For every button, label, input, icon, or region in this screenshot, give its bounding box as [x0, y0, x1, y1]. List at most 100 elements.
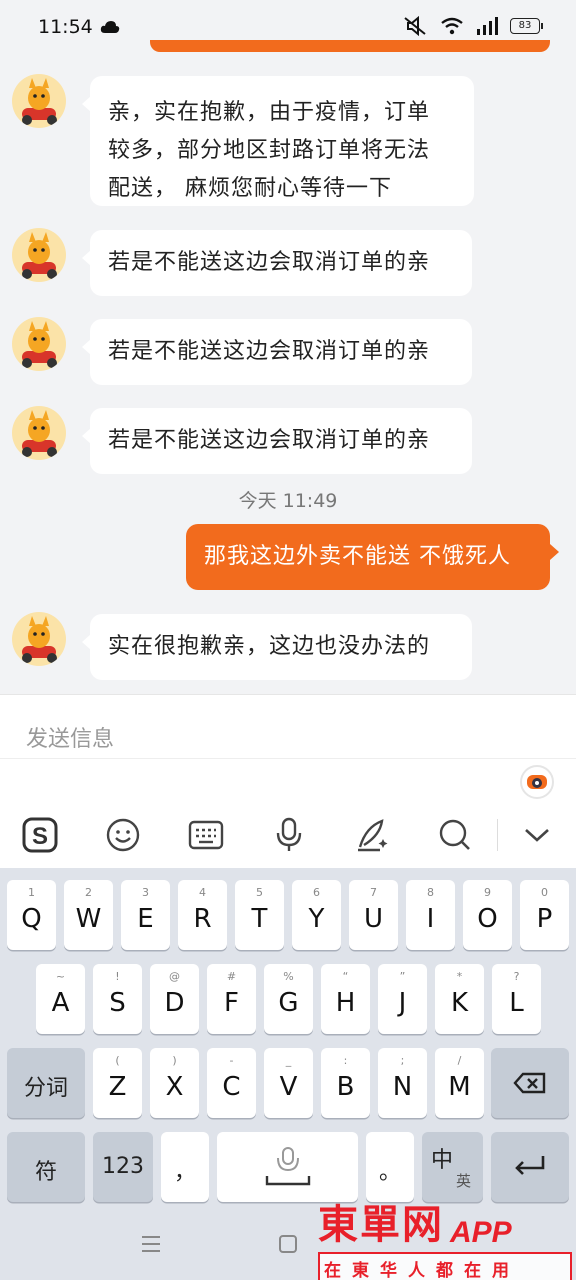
key-sub: ” [399, 970, 406, 983]
home-icon[interactable] [278, 1234, 298, 1254]
key-k[interactable]: * K [435, 964, 484, 1034]
key-label: I [426, 904, 435, 934]
key-f[interactable]: # F [207, 964, 256, 1034]
keyboard-icon[interactable] [186, 815, 226, 855]
message-bubble[interactable]: 若是不能送这边会取消订单的亲 [82, 319, 472, 385]
key-a[interactable]: ~ A [36, 964, 85, 1034]
key-h[interactable]: “H [321, 964, 370, 1034]
shop-avatar[interactable] [12, 612, 66, 666]
comma-key[interactable]: ， [161, 1132, 209, 1202]
key-label: K [450, 988, 469, 1018]
key-m[interactable]: / M [435, 1048, 484, 1118]
key-label: X [165, 1072, 184, 1102]
key-label: U [363, 904, 384, 934]
key-o[interactable]: 9O [463, 880, 512, 950]
collapse-icon[interactable] [517, 815, 557, 855]
key-r[interactable]: 4R [178, 880, 227, 950]
message-text: 若是不能送这边会取消订单的亲 [108, 428, 431, 453]
key-label: 123 [102, 1154, 144, 1179]
shop-avatar[interactable] [12, 317, 66, 371]
key-j[interactable]: ” J [378, 964, 427, 1034]
message-text: 实在很抱歉亲，这边也没办法的 [108, 634, 431, 659]
ime-mascot-icon[interactable] [520, 765, 554, 799]
key-label: N [392, 1072, 413, 1102]
key-label: Q [21, 904, 42, 934]
key-w[interactable]: 2W [64, 880, 113, 950]
key-sub: @ [169, 970, 180, 983]
key-v[interactable]: _ V [264, 1048, 313, 1118]
key-sub: ( [115, 1054, 120, 1067]
voice-space-icon [265, 1147, 311, 1186]
key-sub: _ [285, 1054, 292, 1067]
key-sub: ) [172, 1054, 177, 1067]
watermark-app: APP [450, 1216, 512, 1249]
menu-icon[interactable] [140, 1234, 162, 1254]
key-p[interactable]: 0P [520, 880, 569, 950]
key-label: E [137, 904, 154, 934]
message-timestamp: 今天 11:49 [238, 490, 338, 512]
message-bubble[interactable]: 若是不能送这边会取消订单的亲 [82, 230, 472, 296]
key-sub: 2 [85, 886, 92, 899]
key-i[interactable]: 8I [406, 880, 455, 950]
key-c[interactable]: -C [207, 1048, 256, 1118]
key-n[interactable]: ; N [378, 1048, 427, 1118]
shop-avatar[interactable] [12, 74, 66, 128]
toolbar-divider [497, 819, 498, 851]
key-sub: ? [513, 970, 520, 983]
symbol-key[interactable]: 符 [7, 1132, 85, 1202]
key-sub: # [226, 970, 237, 983]
key-e[interactable]: 3E [121, 880, 170, 950]
number-key[interactable]: 123 [93, 1132, 153, 1202]
key-label: Z [108, 1072, 127, 1102]
key-label: 分词 [23, 1076, 68, 1101]
key-z[interactable]: (Z [93, 1048, 142, 1118]
message-bubble[interactable]: 实在很抱歉亲，这边也没办法的 [82, 614, 472, 680]
backspace-icon [513, 1072, 546, 1094]
key-label: B [336, 1072, 355, 1102]
key-sub: 7 [370, 886, 377, 899]
message-text: 若是不能送这边会取消订单的亲 [108, 250, 431, 275]
message-line: 配送， 麻烦您耐心等待一下 [108, 176, 392, 201]
key-label: 中 [431, 1148, 454, 1173]
previous-message-bubble [150, 40, 550, 52]
key-q[interactable]: 1Q [7, 880, 56, 950]
key-sub: 8 [427, 886, 434, 899]
key-sub: 0 [541, 886, 548, 899]
key-label: C [222, 1072, 241, 1102]
key-t[interactable]: 5T [235, 880, 284, 950]
message-bubble[interactable]: 亲，实在抱歉，由于疫情，订单 较多，部分地区封路订单将无法 配送， 麻烦您耐心等… [82, 76, 474, 206]
backspace-key[interactable] [491, 1048, 569, 1118]
chat-history[interactable]: 亲，实在抱歉，由于疫情，订单 较多，部分地区封路订单将无法 配送， 麻烦您耐心等… [0, 0, 576, 694]
key-sub: 4 [199, 886, 206, 899]
microphone-icon[interactable] [269, 815, 309, 855]
message-bubble[interactable]: 若是不能送这边会取消订单的亲 [82, 408, 472, 474]
mascot-icon [22, 78, 57, 125]
key-label: R [193, 904, 212, 934]
my-message-bubble[interactable]: 那我这边外卖不能送 不饿死人 [186, 524, 559, 590]
key-s[interactable]: ! S [93, 964, 142, 1034]
message-input[interactable]: 发送信息 [0, 694, 576, 758]
message-text: 若是不能送这边会取消订单的亲 [108, 339, 431, 364]
key-sub: ; [400, 1054, 405, 1067]
key-label: O [477, 904, 498, 934]
key-x[interactable]: ) X [150, 1048, 199, 1118]
handwriting-icon[interactable] [352, 815, 392, 855]
key-label: L [509, 988, 524, 1018]
watermark-title: 東單网 [318, 1201, 444, 1248]
key-g[interactable]: % G [264, 964, 313, 1034]
key-d[interactable]: @ D [150, 964, 199, 1034]
emoji-icon[interactable] [103, 815, 143, 855]
sogou-logo-icon[interactable]: S [20, 815, 60, 855]
input-placeholder: 发送信息 [26, 727, 115, 752]
key-l[interactable]: ? L [492, 964, 541, 1034]
shop-avatar[interactable] [12, 406, 66, 460]
key-y[interactable]: 6Y [292, 880, 341, 950]
shop-avatar[interactable] [12, 228, 66, 282]
key-b[interactable]: :B [321, 1048, 370, 1118]
key-sub: % [283, 970, 294, 983]
key-sub: / [457, 1054, 462, 1067]
key-u[interactable]: 7U [349, 880, 398, 950]
search-icon[interactable] [435, 815, 475, 855]
fenci-key[interactable]: 分词 [7, 1048, 85, 1118]
key-sub: 5 [256, 886, 263, 899]
